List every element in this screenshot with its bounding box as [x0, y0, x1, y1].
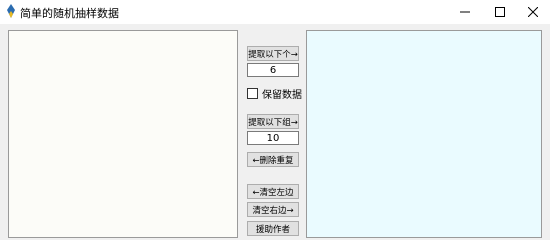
clear-right-button[interactable]: 清空右边→: [247, 202, 299, 217]
group-count-input[interactable]: 10: [247, 131, 299, 145]
title-bar: 简单的随机抽样数据: [0, 0, 550, 24]
window-title: 简单的随机抽样数据: [20, 7, 119, 20]
keep-data-checkbox[interactable]: [247, 87, 258, 99]
keep-data-label: 保留数据: [262, 89, 302, 101]
remove-duplicates-button[interactable]: ←删除重复: [247, 152, 299, 167]
maximize-button[interactable]: [483, 0, 517, 24]
source-data-textarea[interactable]: [8, 30, 238, 238]
close-button[interactable]: [516, 0, 550, 24]
minimize-icon: [460, 11, 470, 13]
keep-data-option[interactable]: 保留数据: [247, 86, 302, 101]
client-area: 提取以下个→ 6 保留数据 提取以下组→ 10 ←删除重复 ←清空左边 清空右边…: [0, 24, 550, 239]
help-author-button[interactable]: 援助作者: [247, 221, 299, 236]
extract-next-one-button[interactable]: 提取以下个→: [247, 46, 299, 61]
minimize-button[interactable]: [448, 0, 482, 24]
close-icon: [528, 7, 538, 17]
single-count-input[interactable]: 6: [247, 63, 299, 77]
clear-left-button[interactable]: ←清空左边: [247, 184, 299, 199]
sampled-data-textarea[interactable]: [306, 30, 542, 238]
maximize-icon: [495, 7, 505, 17]
extract-next-group-button[interactable]: 提取以下组→: [247, 114, 299, 129]
app-icon: [7, 4, 15, 18]
